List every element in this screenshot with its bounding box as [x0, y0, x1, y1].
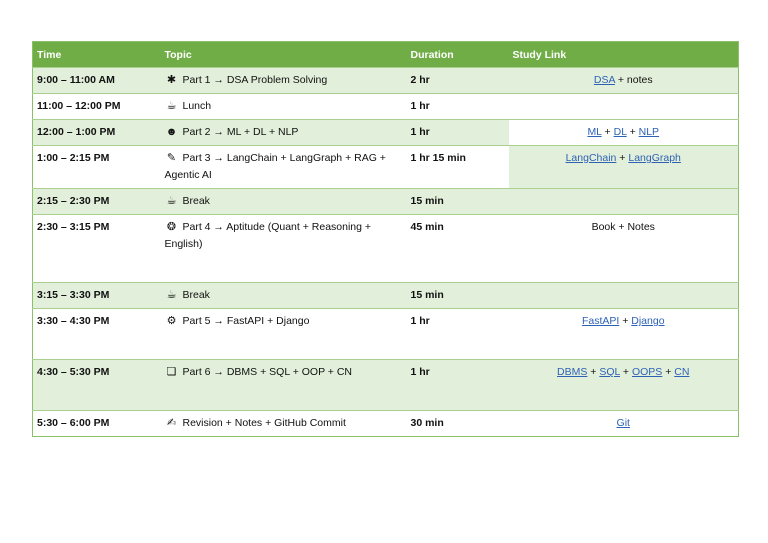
topic-cell: ☕ Break: [160, 188, 407, 215]
time-cell: 5:30 – 6:00 PM: [32, 410, 161, 437]
time-cell: 9:00 – 11:00 AM: [32, 67, 161, 94]
topic-text: Part 1 → DSA Problem Solving: [182, 74, 328, 86]
topic-cell: ✱ Part 1 → DSA Problem Solving: [160, 67, 407, 94]
study-link-cell: [508, 282, 739, 309]
topic-text: Part 3 → LangChain + LangGraph + RAG + A…: [164, 152, 386, 181]
study-link[interactable]: ML: [587, 126, 601, 138]
topic-cell: ⚙ Part 5 → FastAPI + Django: [160, 308, 407, 360]
table-row: 5:30 – 6:00 PM ✍ Revision + Notes + GitHub…: [32, 410, 739, 437]
study-link-text: +: [601, 126, 614, 138]
study-link[interactable]: DBMS: [557, 366, 587, 378]
study-link[interactable]: SQL: [599, 366, 620, 378]
study-link[interactable]: LangGraph: [628, 152, 681, 164]
topic-cell: ❂ Part 4 → Aptitude (Quant + Reasoning + …: [160, 214, 407, 283]
study-link-text: +: [662, 366, 675, 378]
duration-cell: 30 min: [406, 410, 509, 437]
duration-cell: 15 min: [406, 282, 509, 309]
study-link-cell: [508, 93, 739, 120]
study-link-text: +: [587, 366, 600, 378]
duration-cell: 15 min: [406, 188, 509, 215]
time-cell: 2:30 – 3:15 PM: [32, 214, 161, 283]
study-link[interactable]: LangChain: [566, 152, 617, 164]
topic-text: Part 6 → DBMS + SQL + OOP + CN: [182, 366, 353, 378]
coffee-icon: ☕: [166, 289, 177, 301]
table-row: 2:15 – 2:30 PM ☕ Break 15 min: [32, 188, 739, 215]
study-link-cell: [508, 188, 739, 215]
table-row: 2:30 – 3:15 PM ❂ Part 4 → Aptitude (Quant …: [32, 214, 739, 283]
study-link-cell: ML + DL + NLP: [508, 119, 739, 146]
topic-text: Lunch: [182, 100, 212, 112]
time-cell: 3:15 – 3:30 PM: [32, 282, 161, 309]
study-link[interactable]: FastAPI: [582, 315, 619, 327]
gear-icon: ⚙: [166, 315, 177, 327]
coffee-icon: ☕: [166, 195, 177, 207]
table-row: 9:00 – 11:00 AM ✱ Part 1 → DSA Problem Sol…: [32, 67, 739, 94]
study-link-cell: LangChain + LangGraph: [508, 145, 739, 189]
topic-text: Part 4 → Aptitude (Quant + Reasoning + E…: [164, 221, 372, 250]
time-cell: 12:00 – 1:00 PM: [32, 119, 161, 146]
topic-text: Part 2 → ML + DL + NLP: [182, 126, 299, 138]
study-link[interactable]: Git: [617, 417, 630, 429]
topic-cell: ☕ Lunch: [160, 93, 407, 120]
table-row: 1:00 – 2:15 PM ✎ Part 3 → LangChain + Lang…: [32, 145, 739, 189]
topic-cell: ☻ Part 2 → ML + DL + NLP: [160, 119, 407, 146]
link-icon: ✎: [166, 152, 177, 164]
lunch-icon: ☕: [166, 100, 177, 112]
time-cell: 2:15 – 2:30 PM: [32, 188, 161, 215]
duration-cell: 1 hr 15 min: [406, 145, 509, 189]
study-link-cell: DSA + notes: [508, 67, 739, 94]
header-row: Time Topic Duration Study Link: [32, 41, 739, 68]
table-row: 4:30 – 5:30 PM ❏ Part 6 → DBMS + SQL + OOP…: [32, 359, 739, 411]
duration-cell: 1 hr: [406, 119, 509, 146]
table-row: 11:00 – 12:00 PM ☕ Lunch 1 hr: [32, 93, 739, 120]
study-link-text: +: [619, 366, 632, 378]
study-link-cell: FastAPI + Django: [508, 308, 739, 360]
study-link[interactable]: CN: [674, 366, 689, 378]
robot-icon: ☻: [165, 126, 178, 138]
header-study-link: Study Link: [508, 41, 739, 68]
study-link[interactable]: DSA: [594, 74, 615, 86]
study-link-text: + notes: [614, 74, 653, 86]
header-time: Time: [32, 41, 161, 68]
schedule-table: Time Topic Duration Study Link 9:00 – 11…: [32, 41, 739, 437]
time-cell: 11:00 – 12:00 PM: [32, 93, 161, 120]
topic-text: Revision + Notes + GitHub Commit: [182, 417, 346, 429]
table-row: 3:30 – 4:30 PM ⚙ Part 5 → FastAPI + Django…: [32, 308, 739, 360]
study-link[interactable]: NLP: [639, 126, 659, 138]
study-link-cell: Git: [508, 410, 739, 437]
header-topic: Topic: [160, 41, 407, 68]
database-icon: ❏: [166, 366, 177, 378]
study-link-cell: DBMS + SQL + OOPS + CN: [508, 359, 739, 411]
table-row: 3:15 – 3:30 PM ☕ Break 15 min: [32, 282, 739, 309]
duration-cell: 2 hr: [406, 67, 509, 94]
topic-text: Break: [182, 289, 210, 301]
topic-cell: ☕ Break: [160, 282, 407, 309]
time-cell: 3:30 – 4:30 PM: [32, 308, 161, 360]
topic-text: Part 5 → FastAPI + Django: [182, 315, 310, 327]
study-link[interactable]: OOPS: [632, 366, 662, 378]
duration-cell: 1 hr: [406, 93, 509, 120]
study-link-text: +: [619, 315, 632, 327]
study-link-text: +: [616, 152, 629, 164]
topic-cell: ✍ Revision + Notes + GitHub Commit: [160, 410, 407, 437]
study-link[interactable]: Django: [631, 315, 664, 327]
study-link-text: Book + Notes: [591, 221, 655, 233]
time-cell: 1:00 – 2:15 PM: [32, 145, 161, 189]
brain-icon: ❂: [166, 221, 177, 233]
topic-text: Break: [182, 195, 210, 207]
header-duration: Duration: [406, 41, 509, 68]
puzzle-icon: ✱: [166, 74, 177, 86]
document-page: Time Topic Duration Study Link 9:00 – 11…: [0, 0, 768, 543]
study-link-cell: Book + Notes: [508, 214, 739, 283]
duration-cell: 1 hr: [406, 359, 509, 411]
table-row: 12:00 – 1:00 PM ☻ Part 2 → ML + DL + NLP 1 …: [32, 119, 739, 146]
duration-cell: 45 min: [406, 214, 509, 283]
notes-icon: ✍: [166, 417, 177, 429]
study-link-text: +: [626, 126, 639, 138]
topic-cell: ✎ Part 3 → LangChain + LangGraph + RAG + …: [160, 145, 407, 189]
time-cell: 4:30 – 5:30 PM: [32, 359, 161, 411]
topic-cell: ❏ Part 6 → DBMS + SQL + OOP + CN: [160, 359, 407, 411]
study-link[interactable]: DL: [614, 126, 627, 138]
duration-cell: 1 hr: [406, 308, 509, 360]
